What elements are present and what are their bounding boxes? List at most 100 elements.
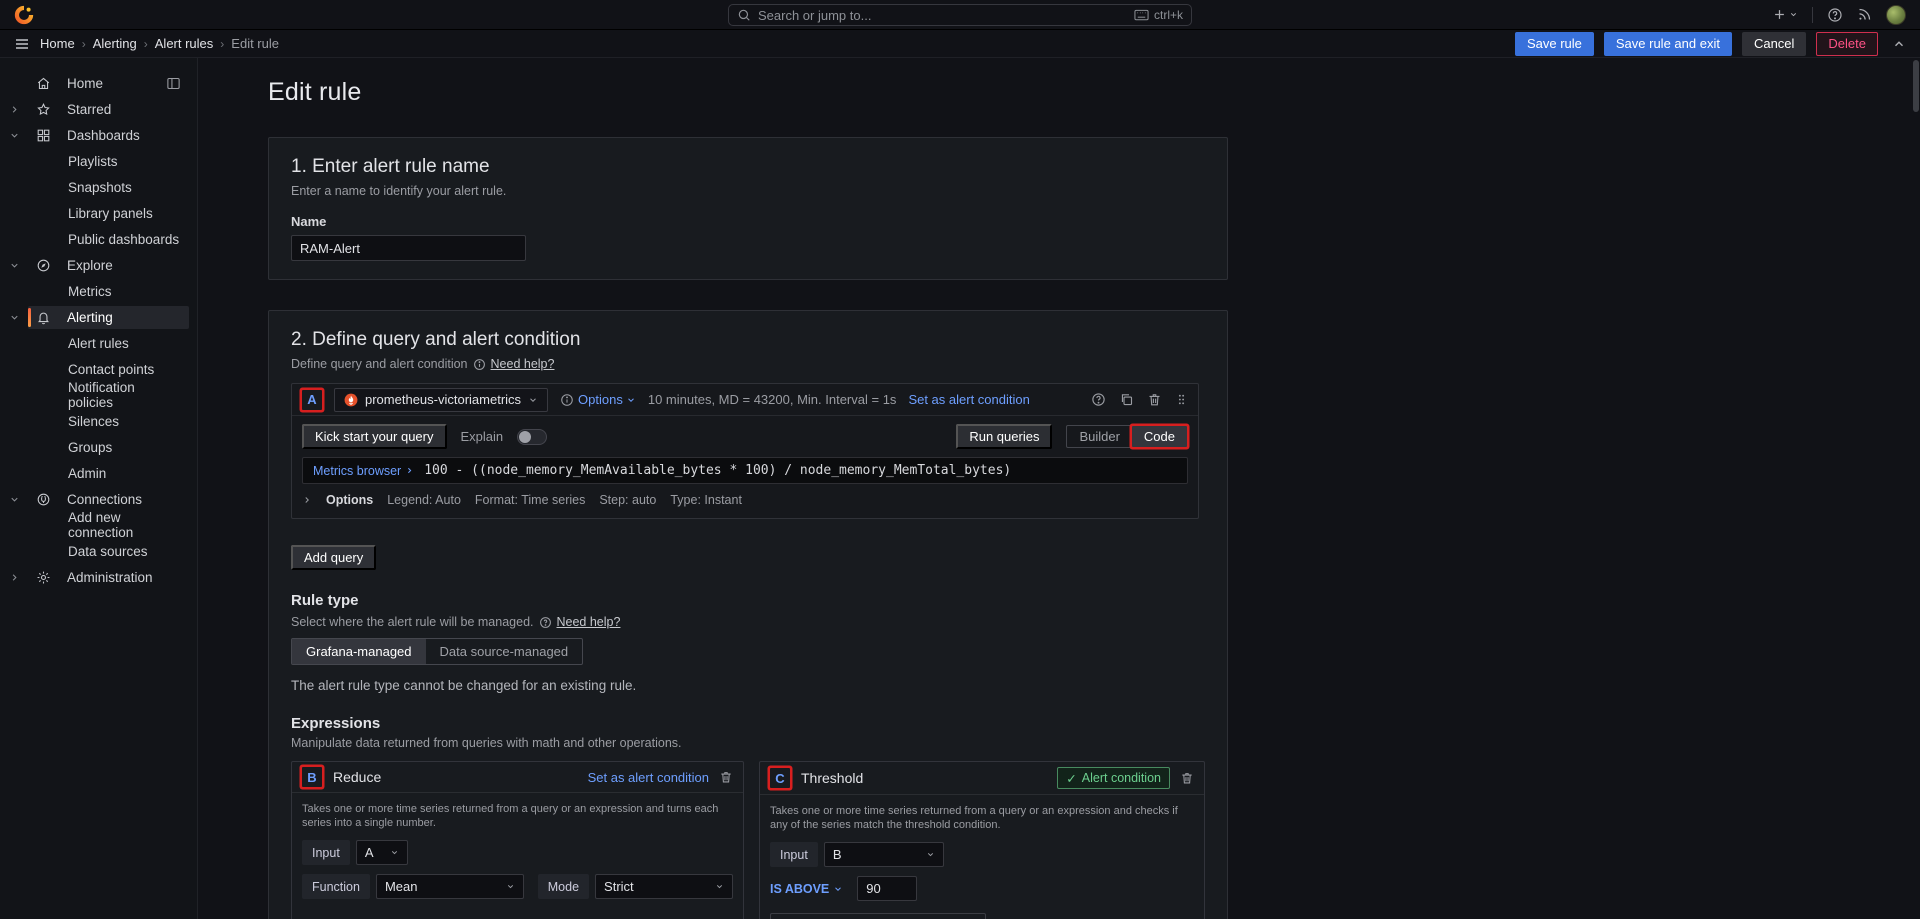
create-new-button[interactable] — [1772, 7, 1798, 22]
query-options-toggle[interactable]: Options — [578, 392, 636, 407]
datasource-picker[interactable]: prometheus-victoriametrics — [334, 388, 548, 412]
section1-heading: 1. Enter alert rule name — [291, 156, 1205, 178]
rule-type-datasource-managed[interactable]: Data source-managed — [426, 639, 583, 664]
page-scrollbar[interactable] — [1912, 58, 1920, 919]
chevron-down-icon[interactable] — [0, 130, 28, 141]
sidebar-item-home[interactable]: Home — [0, 70, 197, 96]
promql-expression[interactable]: 100 - ((node_memory_MemAvailable_bytes *… — [424, 463, 1011, 478]
check-icon: ✓ — [1066, 771, 1076, 786]
sidebar-item-alerting[interactable]: Alerting — [0, 304, 197, 330]
threshold-input-select[interactable]: B — [824, 842, 944, 867]
threshold-ref-id-badge[interactable]: C — [770, 768, 790, 788]
sidebar-item-notification-policies[interactable]: Notification policies — [0, 382, 197, 408]
sidebar-item-administration[interactable]: Administration — [0, 564, 197, 590]
query-options-row: Options Legend: Auto Format: Time series… — [292, 484, 1198, 518]
kick-start-query-button[interactable]: Kick start your query — [302, 424, 447, 449]
explain-toggle[interactable] — [517, 429, 547, 445]
dock-menu-icon[interactable] — [166, 76, 181, 91]
save-rule-button[interactable]: Save rule — [1515, 32, 1594, 56]
sidebar-item-explore[interactable]: Explore — [0, 252, 197, 278]
reduce-title: Reduce — [333, 769, 381, 785]
datasource-name: prometheus-victoriametrics — [365, 392, 521, 407]
search-bar[interactable]: ctrl+k — [728, 4, 1192, 26]
sidebar-label: Alerting — [67, 310, 113, 325]
threshold-delete-icon[interactable] — [1180, 771, 1194, 785]
sidebar-label: Groups — [68, 440, 112, 455]
chevron-right-icon[interactable] — [0, 572, 28, 583]
section-query-and-condition: 2. Define query and alert condition Defi… — [268, 310, 1228, 919]
threshold-condition-select[interactable]: IS ABOVE — [770, 876, 843, 901]
sidebar-label: Explore — [67, 258, 113, 273]
scrollbar-thumb[interactable] — [1913, 60, 1919, 112]
chevron-right-icon: › — [82, 37, 86, 51]
rule-type-need-help-link[interactable]: Need help? — [557, 615, 621, 629]
threshold-value-input[interactable] — [857, 876, 917, 901]
help-icon[interactable] — [1827, 7, 1843, 23]
sidebar-label: Admin — [68, 466, 106, 481]
rule-type-grafana-managed[interactable]: Grafana-managed — [292, 639, 426, 664]
chevron-up-icon[interactable] — [1892, 37, 1906, 51]
sidebar-item-alert-rules[interactable]: Alert rules — [0, 330, 197, 356]
chevron-down-icon[interactable] — [0, 312, 28, 323]
sidebar-label: Administration — [67, 570, 153, 585]
reduce-input-select[interactable]: A — [356, 840, 408, 865]
chevron-right-icon[interactable] — [302, 495, 312, 505]
menu-hamburger-icon[interactable] — [14, 36, 30, 52]
run-queries-button[interactable]: Run queries — [956, 424, 1052, 449]
sidebar-item-snapshots[interactable]: Snapshots — [0, 174, 197, 200]
breadcrumb-home[interactable]: Home — [40, 36, 75, 51]
sidebar-item-data-sources[interactable]: Data sources — [0, 538, 197, 564]
query-options-summary: 10 minutes, MD = 43200, Min. Interval = … — [648, 392, 897, 407]
legend-summary: Legend: Auto — [387, 493, 461, 507]
grafana-logo-icon[interactable] — [14, 5, 34, 25]
sidebar-label: Silences — [68, 414, 119, 429]
sidebar-item-admin[interactable]: Admin — [0, 460, 197, 486]
rule-type-heading: Rule type — [291, 592, 1205, 609]
sidebar-item-dashboards[interactable]: Dashboards — [0, 122, 197, 148]
options-collapse-label[interactable]: Options — [326, 493, 373, 507]
query-ref-id-badge[interactable]: A — [302, 390, 322, 410]
reduce-mode-select[interactable]: Strict — [595, 874, 733, 899]
save-rule-and-exit-button[interactable]: Save rule and exit — [1604, 32, 1732, 56]
builder-tab[interactable]: Builder — [1067, 426, 1131, 447]
chevron-right-icon[interactable] — [0, 104, 28, 115]
info-icon — [560, 393, 574, 407]
query-help-icon[interactable] — [1091, 392, 1106, 407]
reduce-ref-id-badge[interactable]: B — [302, 767, 322, 787]
need-help-link[interactable]: Need help? — [491, 357, 555, 371]
user-avatar[interactable] — [1886, 5, 1906, 25]
grafana-app: ctrl+k Home › Alerting › — [0, 0, 1920, 919]
sidebar-item-starred[interactable]: Starred — [0, 96, 197, 122]
delete-query-icon[interactable] — [1147, 392, 1162, 407]
metrics-browser-link[interactable]: Metrics browser — [303, 464, 424, 478]
chevron-down-icon[interactable] — [0, 260, 28, 271]
sidebar-item-playlists[interactable]: Playlists — [0, 148, 197, 174]
set-as-alert-condition-link[interactable]: Set as alert condition — [908, 392, 1029, 407]
news-rss-icon[interactable] — [1857, 7, 1872, 22]
cancel-button[interactable]: Cancel — [1742, 32, 1806, 56]
sidebar-item-groups[interactable]: Groups — [0, 434, 197, 460]
add-query-button[interactable]: Add query — [291, 545, 376, 570]
code-tab[interactable]: Code — [1132, 426, 1187, 447]
reduce-delete-icon[interactable] — [719, 770, 733, 784]
delete-button[interactable]: Delete — [1816, 32, 1878, 56]
rule-name-input[interactable] — [291, 235, 526, 261]
sidebar-item-public-dashboards[interactable]: Public dashboards — [0, 226, 197, 252]
breadcrumb-alerting[interactable]: Alerting — [93, 36, 137, 51]
type-summary: Type: Instant — [670, 493, 742, 507]
reduce-set-alert-condition-link[interactable]: Set as alert condition — [588, 770, 709, 785]
name-field-label: Name — [291, 214, 1205, 229]
breadcrumb-alert-rules[interactable]: Alert rules — [155, 36, 214, 51]
duplicate-query-icon[interactable] — [1119, 392, 1134, 407]
step-summary: Step: auto — [599, 493, 656, 507]
chevron-down-icon[interactable] — [0, 494, 28, 505]
search-input[interactable] — [758, 8, 1127, 23]
reduce-function-select[interactable]: Mean — [376, 874, 524, 899]
sidebar-label: Home — [67, 76, 103, 91]
sidebar-item-add-new-connection[interactable]: Add new connection — [0, 512, 197, 538]
sidebar-item-silences[interactable]: Silences — [0, 408, 197, 434]
alert-condition-badge: ✓ Alert condition — [1057, 767, 1170, 789]
sidebar-item-library-panels[interactable]: Library panels — [0, 200, 197, 226]
sidebar-item-metrics[interactable]: Metrics — [0, 278, 197, 304]
drag-handle-icon[interactable] — [1175, 392, 1188, 407]
